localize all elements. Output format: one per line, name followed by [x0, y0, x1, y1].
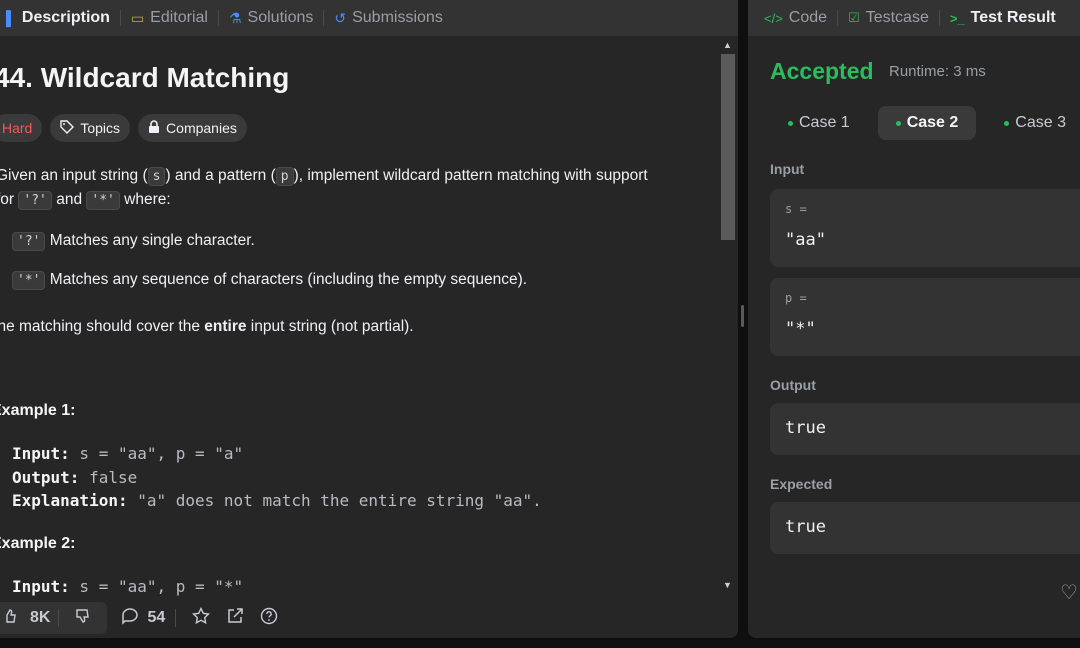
input-label: Input [770, 161, 805, 177]
bullet-item: '*' Matches any sequence of characters (… [12, 271, 527, 290]
dislike-button[interactable] [59, 608, 107, 629]
intro-line-1: Given an input string (s) and a pattern … [0, 167, 648, 186]
input-name: p = [785, 291, 807, 305]
output-box: true [770, 403, 1080, 455]
star-icon[interactable] [192, 606, 211, 630]
lock-icon [148, 119, 160, 137]
bullet-item: '?' Matches any single character. [12, 232, 255, 251]
terminal-icon: >_ [949, 10, 965, 26]
comment-icon [121, 607, 139, 630]
left-tab-bar: ▌ Description ▭ Editorial ⚗ Solutions ↺ … [0, 0, 738, 36]
example-1-explanation: Explanation: "a" does not match the enti… [12, 491, 542, 510]
example-2-input: Input: s = "aa", p = "*" [12, 577, 244, 596]
like-dislike-group: 8K [0, 602, 108, 634]
thumbs-down-icon [67, 608, 99, 628]
companies-button[interactable]: Companies [138, 114, 247, 142]
expected-box: true [770, 502, 1080, 554]
input-value: "aa" [785, 230, 826, 250]
example-2-heading: Example 2: [0, 535, 76, 552]
problem-content: 44. Wildcard Matching Hard Topics Compan… [0, 36, 718, 596]
tab-divider [217, 10, 219, 26]
help-icon[interactable] [260, 607, 278, 630]
case-tabs: Case 1 Case 2 Case 3 [770, 106, 1080, 140]
case-tab-2[interactable]: Case 2 [877, 106, 977, 140]
solutions-icon: ⚗ [228, 9, 242, 26]
input-s-box: s = "aa" [770, 189, 1080, 267]
topics-button[interactable]: Topics [50, 114, 131, 142]
tab-testcase[interactable]: ☑ Testcase [842, 9, 935, 27]
runtime-label: Runtime: 3 ms [889, 63, 986, 80]
cover-note: The matching should cover the entire inp… [0, 318, 414, 335]
right-tab-bar: </> Code ☑ Testcase >_ Test Result [748, 0, 1080, 36]
example-1-output: Output: false [12, 468, 138, 487]
test-result-panel: </> Code ☑ Testcase >_ Test Result Accep… [748, 0, 1080, 638]
tab-solutions[interactable]: ⚗ Solutions [223, 0, 319, 36]
case-tab-3[interactable]: Case 3 [986, 106, 1080, 140]
scroll-down-icon[interactable]: ▼ [723, 580, 732, 590]
heart-icon[interactable]: ♡ [1060, 580, 1078, 605]
problem-tags: Hard Topics Companies [0, 114, 247, 142]
result-status: Accepted [770, 58, 874, 84]
output-label: Output [770, 377, 816, 393]
tab-divider [938, 10, 940, 26]
bar-divider [175, 609, 177, 627]
panel-resize-handle[interactable] [741, 305, 744, 327]
tab-divider [119, 10, 121, 26]
example-1-input: Input: s = "aa", p = "a" [12, 444, 244, 463]
pass-dot-icon [1004, 120, 1010, 126]
problem-title: 44. Wildcard Matching [0, 62, 290, 93]
thumbs-up-icon [0, 608, 24, 628]
tab-code[interactable]: </> Code [758, 9, 833, 27]
testcase-icon: ☑ [848, 10, 860, 25]
comments-button[interactable]: 54 [121, 607, 165, 630]
bottom-action-bar: 8K 54 [0, 598, 738, 638]
like-button[interactable]: 8K [0, 608, 58, 628]
expected-label: Expected [770, 476, 833, 492]
description-panel: ▌ Description ▭ Editorial ⚗ Solutions ↺ … [0, 0, 738, 638]
pass-dot-icon [895, 120, 901, 126]
output-value: true [785, 418, 826, 438]
share-icon[interactable] [226, 607, 244, 630]
tag-icon [60, 119, 75, 137]
description-icon: ▌ [6, 10, 16, 26]
input-value: "*" [785, 319, 816, 339]
input-p-box: p = "*" [770, 278, 1080, 356]
input-name: s = [785, 202, 807, 216]
difficulty-badge: Hard [0, 114, 43, 142]
scroll-up-icon[interactable]: ▲ [723, 40, 732, 50]
tab-editorial[interactable]: ▭ Editorial [125, 0, 214, 36]
tab-test-result[interactable]: >_ Test Result [944, 9, 1062, 27]
code-icon: </> [764, 10, 783, 26]
case-tab-1[interactable]: Case 1 [770, 106, 868, 140]
tab-submissions[interactable]: ↺ Submissions [328, 0, 448, 36]
tab-description[interactable]: ▌ Description [0, 0, 116, 36]
editorial-icon: ▭ [130, 9, 145, 26]
content-scrollbar[interactable]: ▲ ▼ [720, 36, 736, 596]
scroll-thumb[interactable] [721, 54, 735, 240]
submissions-icon: ↺ [334, 9, 347, 26]
expected-value: true [785, 517, 826, 537]
pass-dot-icon [788, 120, 793, 126]
example-1-heading: Example 1: [0, 402, 76, 419]
tab-divider [837, 10, 839, 26]
tab-divider [323, 10, 325, 26]
intro-line-2: for '?' and '*' where: [0, 191, 171, 210]
